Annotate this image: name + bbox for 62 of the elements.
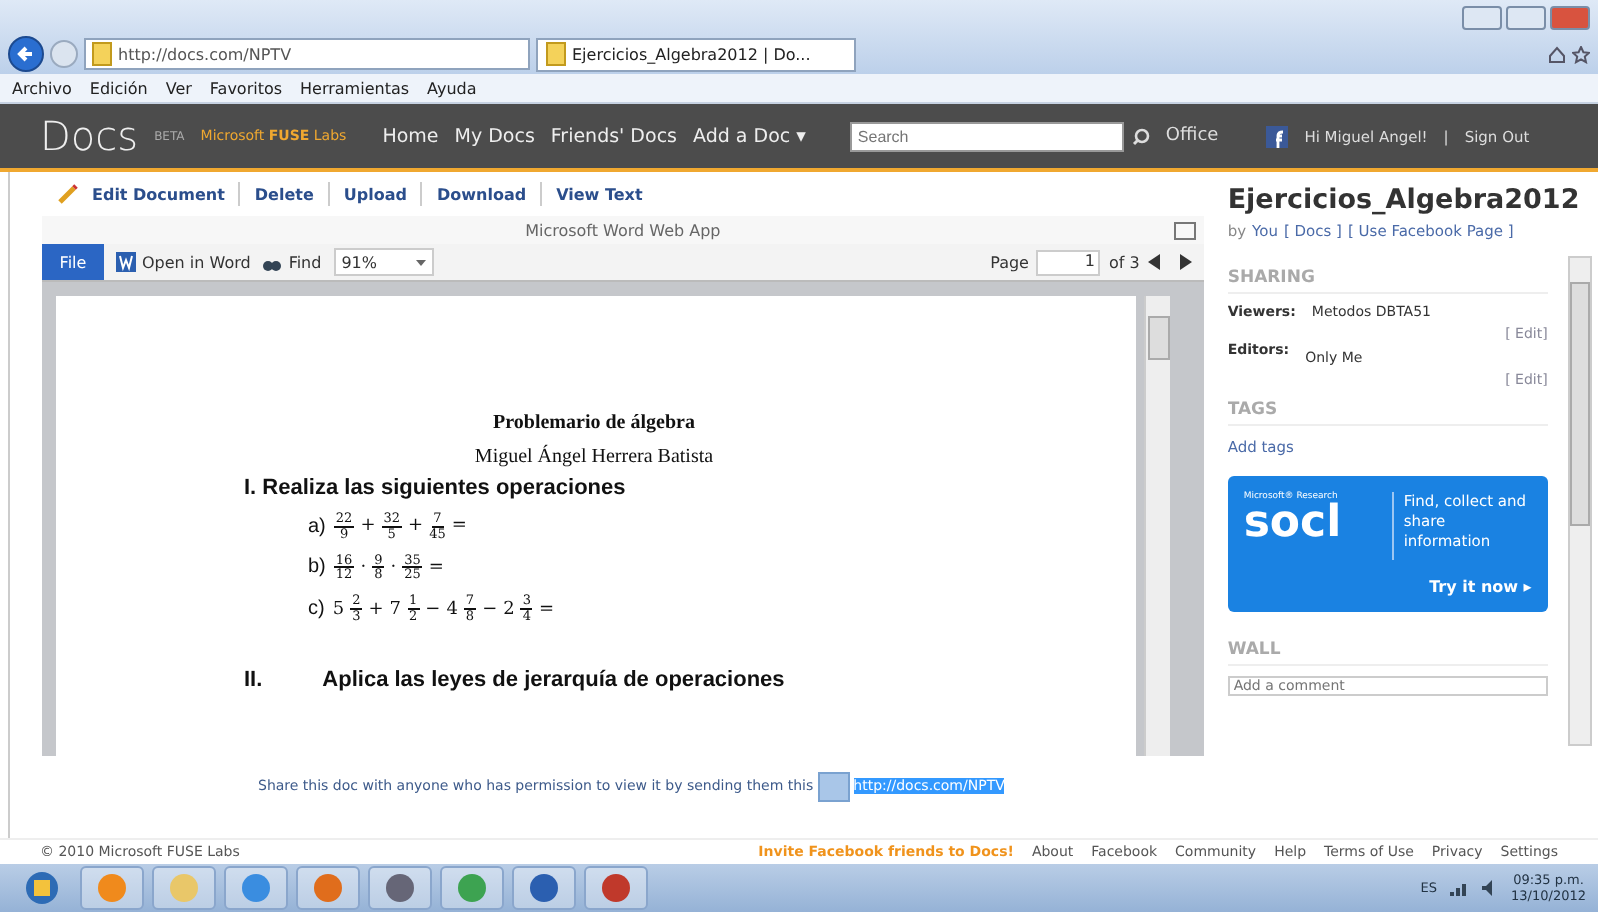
nav-link[interactable]: Home: [382, 125, 439, 147]
action-link[interactable]: Delete: [254, 185, 314, 203]
problem-label: c): [308, 598, 325, 621]
previous-page-icon[interactable]: [1147, 254, 1160, 270]
open-in-word-button[interactable]: Open in Word: [116, 252, 251, 272]
scrollbar[interactable]: [1144, 296, 1170, 756]
page-label: Page: [990, 253, 1029, 271]
nav-link[interactable]: My Docs: [454, 125, 535, 147]
home-icon[interactable]: [1548, 45, 1566, 63]
facebook-icon: [1266, 125, 1289, 147]
action-link[interactable]: Download: [436, 185, 527, 203]
back-button[interactable]: [8, 36, 44, 72]
browser-tab[interactable]: Ejercicios_Algebra2012 | Do...: [536, 37, 856, 71]
pencil-icon: [58, 184, 78, 204]
menu-item[interactable]: Edición: [89, 79, 148, 97]
star-icon[interactable]: [1572, 45, 1590, 63]
next-page-icon[interactable]: [1179, 254, 1192, 270]
docs-logo[interactable]: Docs: [40, 112, 139, 160]
section-heading: TAGS: [1227, 400, 1548, 426]
menu-item[interactable]: Ver: [165, 79, 192, 97]
page-field[interactable]: 1: [1036, 249, 1101, 275]
section-heading: WALL: [1227, 640, 1548, 666]
scrollbar[interactable]: [1567, 256, 1592, 746]
menu-item[interactable]: Ayuda: [427, 79, 477, 97]
socl-logo: socl: [1243, 502, 1344, 546]
section-heading: SHARING: [1227, 268, 1548, 294]
popout-icon[interactable]: [817, 771, 850, 801]
network-icon[interactable]: [1449, 880, 1470, 896]
search-field[interactable]: Search: [849, 121, 1124, 151]
zoom-dropdown[interactable]: 91%: [333, 248, 434, 276]
try-it-link[interactable]: Try it now ▸: [1391, 578, 1532, 596]
address-bar[interactable]: http://docs.com/NPTV: [84, 38, 530, 70]
restore-button[interactable]: [1506, 6, 1546, 30]
file-tab[interactable]: File: [42, 244, 104, 280]
action-link[interactable]: View Text: [556, 185, 643, 203]
page-icon: [546, 42, 566, 66]
search-icon[interactable]: [1131, 127, 1150, 145]
action-link[interactable]: Edit Document: [92, 185, 225, 203]
nav-link[interactable]: Add a Doc ▾: [693, 125, 806, 147]
problem-label: a): [308, 515, 326, 538]
action-link[interactable]: Upload: [343, 185, 407, 203]
section-heading: Aplica las leyes de jerarquía de operaciones: [322, 667, 785, 692]
document-name: Ejercicios_Algebra2012: [1227, 184, 1582, 216]
office-logo[interactable]: Office: [1165, 126, 1219, 146]
caret-icon: [415, 259, 426, 265]
menu-item[interactable]: Archivo: [12, 79, 72, 97]
forward-button[interactable]: [50, 40, 78, 68]
nav-link[interactable]: Friends' Docs: [550, 125, 677, 147]
back-arrow-icon: [16, 44, 36, 64]
section-number: II.: [244, 667, 263, 692]
minimize-button[interactable]: [1462, 6, 1502, 30]
page-count: of 3: [1108, 253, 1140, 271]
menu-item[interactable]: Herramientas: [300, 79, 410, 97]
document-title: Problemario de álgebra: [491, 412, 697, 434]
popout-icon[interactable]: [1173, 222, 1196, 240]
page-icon: [92, 42, 112, 66]
menu-item[interactable]: Favoritos: [209, 79, 283, 97]
find-button[interactable]: Find: [262, 253, 322, 271]
document-author: Miguel Ángel Herrera Batista: [472, 446, 716, 468]
section-heading: I. Realiza las siguientes operaciones: [244, 476, 628, 500]
app-title: Microsoft Word Web App: [525, 221, 721, 239]
problem-label: b): [308, 556, 326, 579]
